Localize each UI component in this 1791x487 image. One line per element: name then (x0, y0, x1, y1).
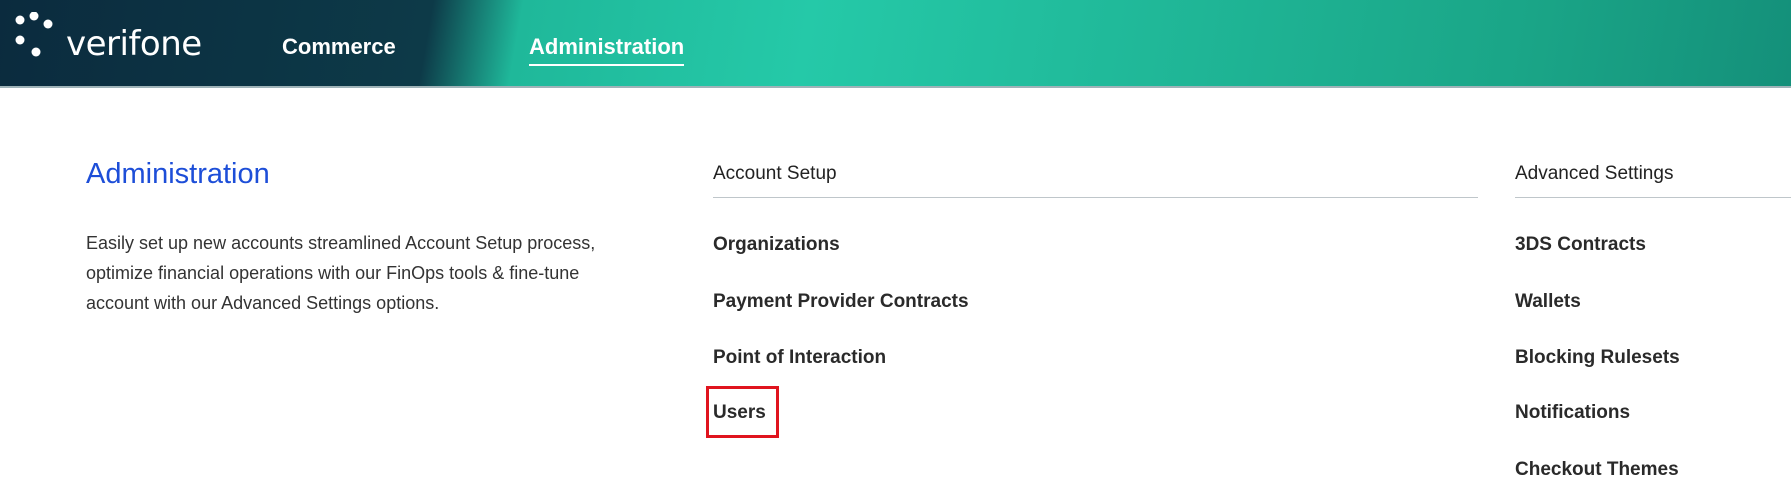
account-setup-heading: Account Setup (713, 163, 1478, 198)
top-navigation-bar: verifone Commerce Administration (0, 0, 1791, 88)
verifone-dots-icon (15, 12, 53, 57)
brand-name: verifone (66, 24, 202, 64)
page-title: Administration (86, 158, 270, 190)
verifone-logo[interactable]: verifone (14, 10, 214, 70)
link-point-of-interaction[interactable]: Point of Interaction (713, 347, 886, 369)
nav-commerce[interactable]: Commerce (282, 34, 396, 64)
link-blocking-rulesets[interactable]: Blocking Rulesets (1515, 347, 1680, 369)
link-checkout-themes[interactable]: Checkout Themes (1515, 459, 1679, 481)
nav-administration[interactable]: Administration (529, 34, 685, 66)
link-wallets[interactable]: Wallets (1515, 291, 1581, 313)
link-3ds-contracts[interactable]: 3DS Contracts (1515, 234, 1646, 256)
page-description: Easily set up new accounts streamlined A… (86, 233, 596, 313)
link-notifications[interactable]: Notifications (1515, 402, 1630, 424)
link-organizations[interactable]: Organizations (713, 234, 840, 256)
advanced-settings-heading: Advanced Settings (1515, 163, 1791, 198)
link-payment-provider-contracts[interactable]: Payment Provider Contracts (713, 291, 969, 313)
users-highlight-box (706, 386, 779, 438)
